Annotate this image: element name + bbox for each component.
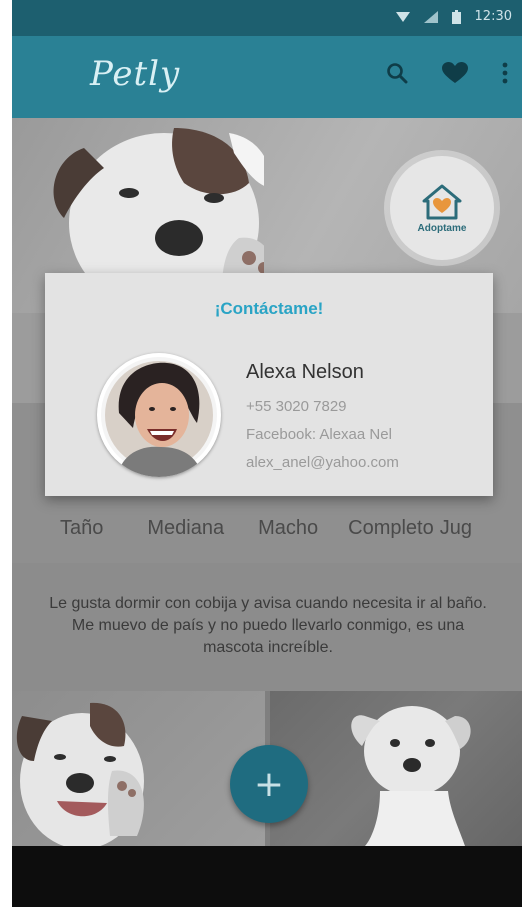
adopt-badge[interactable]: Adoptame (390, 156, 494, 260)
trait-playful: Jug (439, 517, 472, 539)
trait-gender: Macho (258, 517, 319, 539)
heart-icon[interactable] (442, 62, 468, 84)
dialog-title: ¡Contáctame! (214, 299, 324, 318)
contact-phone[interactable]: +55 3020 7829 (246, 398, 347, 415)
app-bar: Petly (12, 36, 522, 118)
trait-size: Taño (60, 517, 104, 539)
adopt-label: Adoptame (417, 222, 467, 234)
wifi-icon (395, 11, 410, 22)
trait-complete: Completo (348, 517, 434, 539)
contact-photo (101, 357, 217, 477)
phone-screen: 12:30 Petly Adoptame Taño Mediana Macho … (12, 0, 522, 907)
app-logo: Petly (90, 54, 181, 94)
avatar (97, 353, 221, 477)
bottom-bar (12, 846, 522, 907)
trait-medium: Mediana (147, 517, 225, 539)
house-heart-icon (422, 184, 462, 219)
gallery-photo-2[interactable] (270, 691, 522, 846)
signal-icon (423, 10, 438, 23)
contact-facebook[interactable]: Facebook: Alexaa Nel (246, 426, 392, 443)
battery-icon (451, 9, 461, 24)
search-icon[interactable] (386, 62, 408, 84)
status-bar: 12:30 (12, 0, 522, 36)
gallery-photo-1[interactable] (12, 691, 265, 846)
contact-name: Alexa Nelson (246, 361, 364, 383)
puppy-photo (351, 706, 471, 846)
status-time: 12:30 (474, 9, 512, 24)
description-text: Le gusta dormir con cobija y avisa cuand… (49, 595, 487, 656)
dog-photo (16, 702, 144, 846)
add-button[interactable]: + (230, 745, 308, 823)
pet-description: Le gusta dormir con cobija y avisa cuand… (12, 563, 522, 691)
contact-dialog: ¡Contáctame! Alexa Nelson +55 3020 7829 … (45, 273, 493, 496)
more-vert-icon[interactable] (502, 62, 508, 84)
contact-email[interactable]: alex_anel@yahoo.com (246, 454, 399, 471)
